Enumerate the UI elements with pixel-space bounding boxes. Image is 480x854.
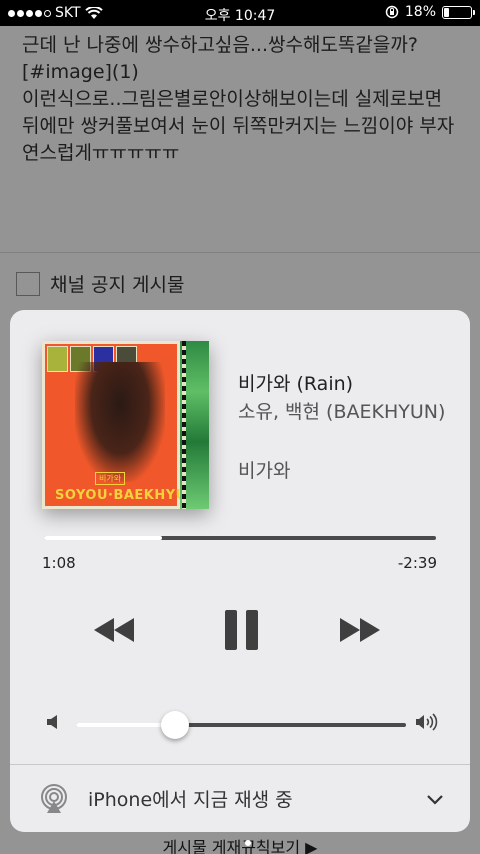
page-indicator-dot (245, 840, 251, 846)
volume-high-icon (415, 713, 439, 735)
airplay-icon (38, 783, 70, 819)
battery-percent: 18% (404, 4, 436, 20)
volume-slider[interactable] (76, 711, 406, 739)
chevron-down-icon (426, 791, 444, 810)
volume-low-icon (46, 714, 60, 734)
now-playing-card: 비가와 SOYOU·BAEKHYUN 비가와 (Rain) 소유, 백현 (BA… (10, 310, 470, 832)
track-album: 비가와 (238, 460, 291, 482)
playback-progress-fill (44, 536, 162, 540)
playback-scrubber[interactable] (44, 536, 436, 540)
orientation-lock-icon (385, 5, 399, 19)
airplay-label: iPhone에서 지금 재생 중 (88, 789, 293, 811)
fast-forward-button[interactable] (338, 612, 382, 648)
fast-forward-icon (340, 618, 380, 642)
artwork-text: SOYOU·BAEKHYUN (55, 488, 199, 503)
track-artist: 소유, 백현 (BAEKHYUN) (238, 401, 446, 423)
pause-icon (224, 610, 258, 650)
rewind-icon (94, 618, 134, 642)
artwork-small-text: 비가와 (95, 472, 126, 485)
airplay-route-button[interactable]: iPhone에서 지금 재생 중 (10, 765, 470, 832)
time-elapsed: 1:08 (42, 554, 76, 572)
battery-info: 18% (385, 4, 475, 20)
rewind-button[interactable] (92, 612, 136, 648)
pause-button[interactable] (222, 608, 260, 652)
track-title: 비가와 (Rain) (238, 373, 354, 395)
time-remaining: -2:39 (397, 554, 437, 572)
volume-knob[interactable] (161, 711, 189, 739)
battery-icon (442, 5, 475, 19)
album-artwork: 비가와 SOYOU·BAEKHYUN (42, 341, 209, 509)
status-bar: SKT 오후 10:47 18% (0, 0, 480, 26)
